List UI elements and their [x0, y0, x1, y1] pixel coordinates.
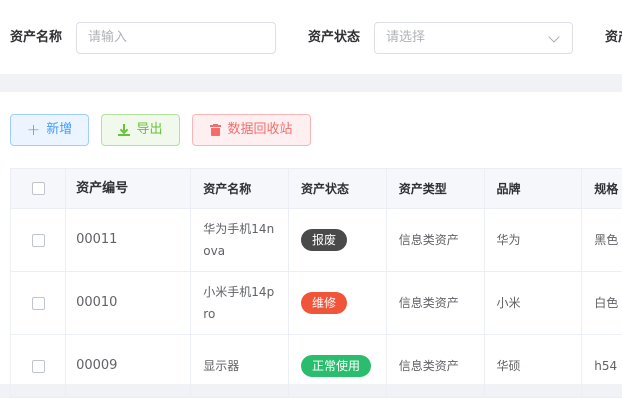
asset-name-cell: 显示器 [191, 335, 290, 397]
spec-cell: h54 [582, 335, 622, 397]
asset-no-cell: 00010 [66, 272, 192, 334]
chevron-down-icon [548, 31, 560, 43]
table-row[interactable]: 00009 显示器 正常使用 信息类资产 华硕 h54 [11, 335, 622, 398]
row-checkbox[interactable] [31, 233, 45, 247]
spec-cell: 白色 [582, 272, 622, 334]
asset-type: 信息类资产 [398, 359, 459, 373]
asset-name-label: 资产名称 [10, 30, 63, 45]
asset-name: 小米手机14pro [203, 285, 275, 321]
search-panel: 资产名称 请输入 资产状态 请选择 资产 [0, 0, 622, 74]
asset-no-cell: 00011 [66, 209, 192, 271]
brand: 华为 [496, 233, 521, 247]
asset-type-cell: 信息类资产 [387, 335, 485, 397]
asset-name-cell: 华为手机14nova [191, 209, 290, 271]
column-header-brand: 品牌 [485, 169, 583, 208]
asset-name-input[interactable]: 请输入 [76, 22, 276, 54]
asset-type: 信息类资产 [398, 233, 459, 247]
export-button[interactable]: 导出 [101, 114, 180, 146]
table-header: 资产编号 资产名称 资产状态 资产类型 品牌 规格 [11, 169, 622, 209]
brand: 华硕 [496, 359, 521, 373]
column-header-spec: 规格 [582, 169, 622, 208]
asset-no: 00011 [76, 232, 118, 247]
spec-cell: 黑色 [582, 209, 622, 271]
asset-name: 显示器 [203, 359, 240, 373]
asset-type: 信息类资产 [398, 296, 459, 310]
column-header-label: 规格 [594, 181, 619, 196]
row-select-cell [11, 209, 67, 271]
row-checkbox[interactable] [31, 359, 45, 373]
asset-status-cell: 正常使用 [289, 335, 387, 397]
plus-icon: + [26, 120, 41, 139]
brand-cell: 小米 [485, 272, 583, 334]
export-button-label: 导出 [136, 122, 163, 137]
status-badge: 报废 [301, 229, 348, 251]
spec: 白色 [594, 296, 619, 310]
trash-icon [210, 124, 222, 136]
table-row[interactable]: 00011 华为手机14nova 报废 信息类资产 华为 黑色 [11, 209, 622, 272]
column-header-label: 品牌 [496, 181, 521, 196]
spec: 黑色 [594, 233, 619, 247]
row-checkbox[interactable] [31, 296, 45, 310]
asset-no: 00010 [76, 295, 118, 310]
column-header-label: 资产编号 [76, 180, 129, 196]
asset-table: 资产编号 资产名称 资产状态 资产类型 品牌 规格 00011 华为手机14no… [10, 168, 622, 398]
select-all-checkbox[interactable] [31, 182, 45, 195]
column-header-label: 资产名称 [203, 181, 252, 196]
brand-cell: 华硕 [485, 335, 583, 397]
column-header-asset-name: 资产名称 [191, 169, 290, 208]
table-row[interactable]: 00010 小米手机14pro 维修 信息类资产 小米 白色 [11, 272, 622, 335]
status-badge: 维修 [301, 292, 348, 314]
content-panel: + 新增 导出 数据回收站 资产编号 资产名称 资产状态 资产类型 品牌 规格 … [0, 92, 622, 398]
asset-status-select[interactable]: 请选择 [374, 22, 573, 54]
asset-type-cell: 信息类资产 [387, 272, 485, 334]
download-icon [118, 124, 131, 136]
add-button[interactable]: + 新增 [10, 114, 89, 146]
column-header-label: 资产状态 [301, 181, 350, 196]
asset-name: 华为手机14nova [203, 222, 275, 258]
status-badge: 正常使用 [301, 355, 372, 377]
asset-status-placeholder: 请选择 [386, 30, 426, 45]
asset-status-cell: 维修 [289, 272, 387, 334]
row-select-cell [11, 335, 67, 397]
asset-type-cell: 信息类资产 [387, 209, 485, 271]
asset-status-cell: 报废 [289, 209, 387, 271]
recycle-bin-button[interactable]: 数据回收站 [192, 114, 311, 146]
asset-name-placeholder: 请输入 [88, 30, 128, 45]
brand: 小米 [496, 296, 521, 310]
asset-no-cell: 00009 [66, 335, 192, 397]
row-select-cell [11, 272, 67, 334]
recycle-bin-button-label: 数据回收站 [227, 122, 293, 137]
asset-no: 00009 [76, 358, 118, 373]
asset-status-label: 资产状态 [308, 30, 361, 45]
header-select-cell [11, 169, 67, 208]
asset-type-label: 资产 [605, 30, 622, 45]
column-header-asset-type: 资产类型 [387, 169, 485, 208]
column-header-label: 资产类型 [398, 181, 447, 196]
spec: h54 [594, 359, 618, 373]
column-header-asset-status: 资产状态 [289, 169, 387, 208]
add-button-label: 新增 [46, 122, 73, 137]
brand-cell: 华为 [485, 209, 583, 271]
column-header-asset-no: 资产编号 [66, 169, 192, 208]
asset-name-cell: 小米手机14pro [191, 272, 290, 334]
